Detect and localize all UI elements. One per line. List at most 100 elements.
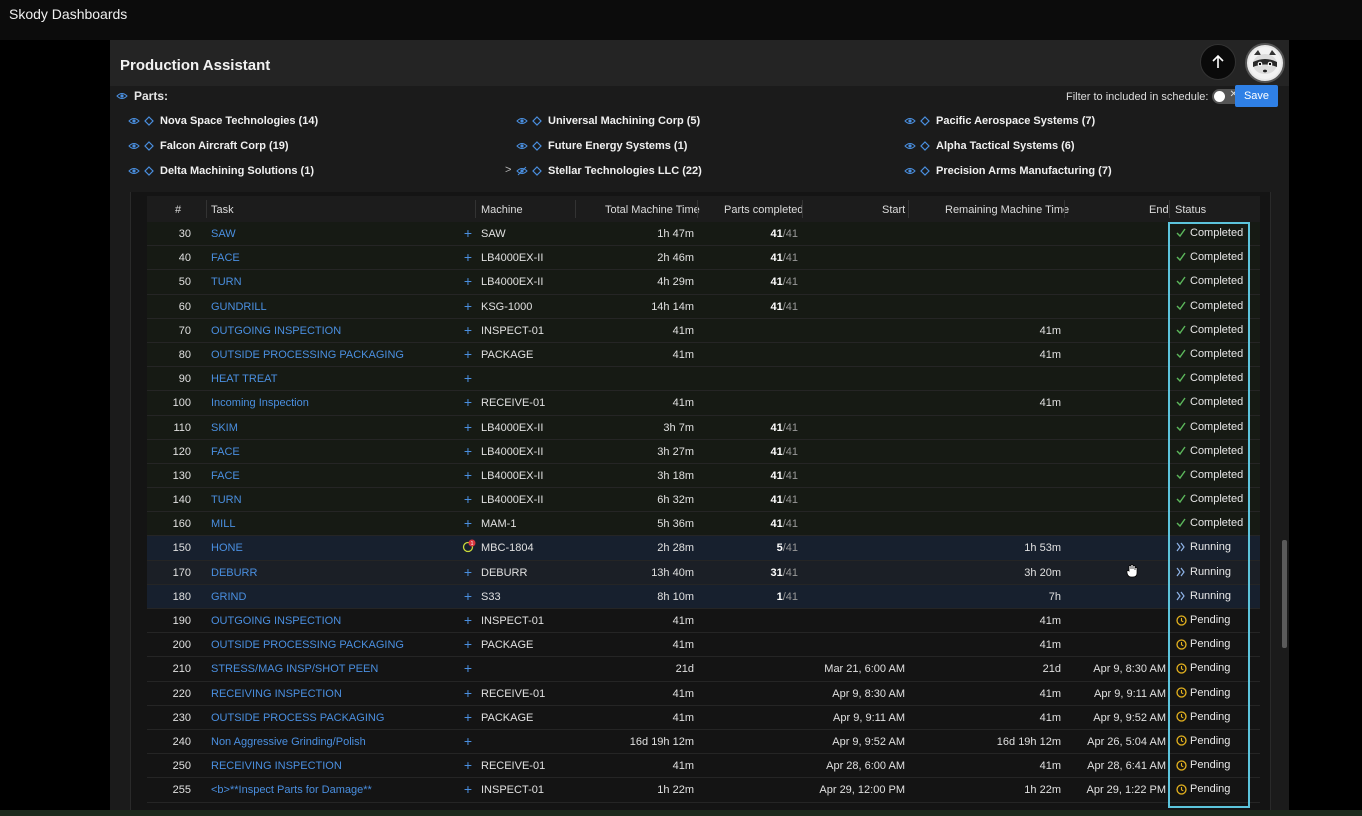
column-header-status[interactable]: Status (1175, 204, 1206, 216)
eye-icon[interactable] (116, 91, 128, 101)
table-row[interactable]: 60 GUNDRILL + KSG-1000 14h 14m 41/41 Completed (147, 294, 1260, 319)
column-header-num[interactable]: # (175, 204, 181, 216)
task-link[interactable]: SAW (211, 228, 236, 240)
plus-icon[interactable]: + (462, 588, 474, 604)
eye-icon[interactable] (128, 116, 140, 126)
table-row[interactable]: 190 OUTGOING INSPECTION + INSPECT-01 41m 41m P… (147, 609, 1260, 634)
eye-icon[interactable] (904, 166, 916, 176)
task-link[interactable]: RECEIVING INSPECTION (211, 760, 342, 772)
task-link[interactable]: TURN (211, 494, 242, 506)
plus-icon[interactable]: + (462, 322, 474, 338)
comment-badge-icon[interactable]: 1 (462, 539, 476, 556)
eye-slash-icon[interactable] (516, 166, 528, 176)
save-button[interactable]: Save (1235, 85, 1278, 107)
table-row[interactable]: 70 OUTGOING INSPECTION + INSPECT-01 41m 41m Co… (147, 318, 1260, 343)
customer-item[interactable]: Nova Space Technologies (14) (128, 115, 318, 127)
task-link[interactable]: DEBURR (211, 567, 257, 579)
column-header-machine[interactable]: Machine (481, 204, 523, 216)
task-link[interactable]: FACE (211, 470, 240, 482)
plus-icon[interactable]: + (462, 225, 474, 241)
task-link[interactable]: FACE (211, 252, 240, 264)
plus-icon[interactable]: + (462, 394, 474, 410)
table-row[interactable]: 160 MILL + MAM-1 5h 36m 41/41 Completed (147, 512, 1260, 537)
plus-icon[interactable]: + (462, 419, 474, 435)
column-header-parts-completed[interactable]: Parts completed (724, 204, 803, 216)
column-header-end[interactable]: End (1149, 204, 1169, 216)
plus-icon[interactable]: + (462, 491, 474, 507)
task-link[interactable]: OUTSIDE PROCESSING PACKAGING (211, 349, 404, 361)
plus-icon[interactable]: + (462, 249, 474, 265)
table-row[interactable]: 40 FACE + LB4000EX-II 2h 46m 41/41 Completed (147, 246, 1260, 271)
plus-icon[interactable]: + (462, 443, 474, 459)
plus-icon[interactable]: + (462, 346, 474, 362)
table-scrollbar[interactable] (1282, 540, 1287, 648)
customer-item[interactable]: Pacific Aerospace Systems (7) (904, 115, 1095, 127)
customer-item[interactable]: Falcon Aircraft Corp (19) (128, 140, 289, 152)
task-link[interactable]: SKIM (211, 422, 238, 434)
avatar[interactable] (1245, 43, 1285, 83)
column-header-start[interactable]: Start (882, 204, 905, 216)
table-row[interactable]: 240 Non Aggressive Grinding/Polish +16d 19… (147, 729, 1260, 755)
task-link[interactable]: HEAT TREAT (211, 373, 277, 385)
task-link[interactable]: Incoming Inspection (211, 397, 309, 409)
plus-icon[interactable]: + (462, 709, 474, 725)
table-row[interactable]: 180 GRIND + S33 8h 10m 1/41 7h Running (147, 584, 1260, 609)
customer-item[interactable]: Stellar Technologies LLC (22) (516, 165, 702, 177)
chevron-right-icon[interactable]: > (505, 164, 511, 176)
plus-icon[interactable]: + (462, 564, 474, 580)
table-row[interactable]: 250 RECEIVING INSPECTION + RECEIVE-01 41m Apr… (147, 754, 1260, 779)
column-header-total-machine-time[interactable]: Total Machine Time (605, 204, 700, 216)
table-row[interactable]: 130 FACE + LB4000EX-II 3h 18m 41/41 Completed (147, 463, 1260, 489)
plus-icon[interactable]: + (462, 781, 474, 797)
plus-icon[interactable]: + (462, 612, 474, 628)
column-header-task[interactable]: Task (211, 204, 234, 216)
task-link[interactable]: HONE (211, 542, 243, 554)
eye-icon[interactable] (128, 141, 140, 151)
table-row[interactable]: 150 HONE 1 MBC-1804 2h 28m 5/41 1h 53m Running (147, 536, 1260, 561)
customer-item[interactable]: Alpha Tactical Systems (6) (904, 140, 1075, 152)
plus-icon[interactable]: + (462, 515, 474, 531)
task-link[interactable]: <b>**Inspect Parts for Damage** (211, 784, 372, 796)
task-link[interactable]: OUTGOING INSPECTION (211, 325, 341, 337)
table-row[interactable]: 90 HEAT TREAT + Completed (147, 367, 1260, 392)
table-row[interactable]: 220 RECEIVING INSPECTION + RECEIVE-01 41m Apr… (147, 681, 1260, 706)
eye-icon[interactable] (128, 166, 140, 176)
task-link[interactable]: MILL (211, 518, 235, 530)
table-row[interactable]: 30 SAW + SAW 1h 47m 41/41 Completed (147, 222, 1260, 247)
table-row[interactable]: 80 OUTSIDE PROCESSING PACKAGING + PACKAGE 41… (147, 342, 1260, 368)
task-link[interactable]: OUTSIDE PROCESS PACKAGING (211, 712, 384, 724)
task-link[interactable]: RECEIVING INSPECTION (211, 688, 342, 700)
task-link[interactable]: GUNDRILL (211, 301, 267, 313)
task-link[interactable]: GRIND (211, 591, 246, 603)
task-link[interactable]: FACE (211, 446, 240, 458)
eye-icon[interactable] (904, 116, 916, 126)
plus-icon[interactable]: + (462, 757, 474, 773)
scroll-up-button[interactable] (1200, 44, 1236, 80)
eye-icon[interactable] (516, 116, 528, 126)
table-row[interactable]: 255 <b>**Inspect Parts for Damage** + INSPE… (147, 778, 1260, 803)
table-row[interactable]: 230 OUTSIDE PROCESS PACKAGING + PACKAGE 41m A… (147, 705, 1260, 730)
table-row[interactable]: 100 Incoming Inspection + RECEIVE-01 41m 41m C… (147, 391, 1260, 416)
table-row[interactable]: 170 DEBURR + DEBURR 13h 40m 31/41 3h 20m Runnin… (147, 560, 1260, 585)
eye-icon[interactable] (904, 141, 916, 151)
table-row[interactable]: 140 TURN + LB4000EX-II 6h 32m 41/41 Completed (147, 488, 1260, 513)
table-row[interactable]: 50 TURN + LB4000EX-II 4h 29m 41/41 Completed (147, 270, 1260, 295)
customer-item[interactable]: Universal Machining Corp (5) (516, 115, 700, 127)
column-header-remaining-machine-time[interactable]: Remaining Machine Time (945, 204, 1069, 216)
customer-item[interactable]: Future Energy Systems (1) (516, 140, 687, 152)
eye-icon[interactable] (516, 141, 528, 151)
task-link[interactable]: STRESS/MAG INSP/SHOT PEEN (211, 663, 378, 675)
plus-icon[interactable]: + (462, 733, 474, 749)
task-link[interactable]: TURN (211, 276, 242, 288)
plus-icon[interactable]: + (462, 298, 474, 314)
customer-item[interactable]: Delta Machining Solutions (1) (128, 165, 314, 177)
task-link[interactable]: OUTSIDE PROCESSING PACKAGING (211, 639, 404, 651)
plus-icon[interactable]: + (462, 467, 474, 483)
plus-icon[interactable]: + (462, 370, 474, 386)
plus-icon[interactable]: + (462, 636, 474, 652)
table-row[interactable]: 120 FACE + LB4000EX-II 3h 27m 41/41 Completed (147, 439, 1260, 464)
task-link[interactable]: Non Aggressive Grinding/Polish (211, 736, 366, 748)
task-link[interactable]: OUTGOING INSPECTION (211, 615, 341, 627)
plus-icon[interactable]: + (462, 273, 474, 289)
customer-item[interactable]: Precision Arms Manufacturing (7) (904, 165, 1112, 177)
